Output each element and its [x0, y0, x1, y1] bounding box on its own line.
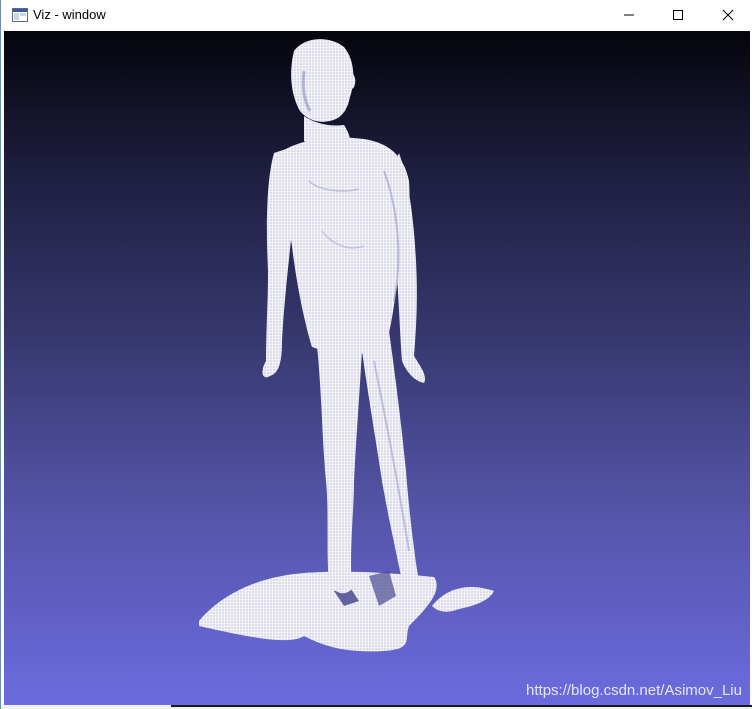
title-bar[interactable]: Viz - window — [1, 0, 752, 30]
watermark-text: https://blog.csdn.net/Asimov_Liu — [526, 682, 742, 699]
figure-left-arm — [262, 149, 296, 378]
floor-patch — [199, 571, 437, 652]
window-title: Viz - window — [33, 7, 106, 22]
figure-legs — [316, 331, 419, 594]
minimize-icon — [624, 14, 634, 16]
point-cloud-figure[interactable] — [4, 31, 750, 705]
figure-torso — [283, 137, 410, 354]
close-icon — [722, 9, 734, 21]
3d-viewport[interactable]: https://blog.csdn.net/Asimov_Liu — [4, 31, 750, 705]
viz-window: Viz - window https://blog.csdn.net/Asimo… — [0, 0, 752, 709]
maximize-button[interactable] — [655, 0, 701, 30]
maximize-icon — [673, 10, 683, 20]
close-button[interactable] — [705, 0, 751, 30]
minimize-button[interactable] — [606, 0, 652, 30]
taskbar-edge — [171, 705, 752, 707]
figure-right-arm — [394, 153, 426, 383]
floor-patch-small — [432, 586, 494, 612]
app-window-icon — [12, 8, 28, 22]
